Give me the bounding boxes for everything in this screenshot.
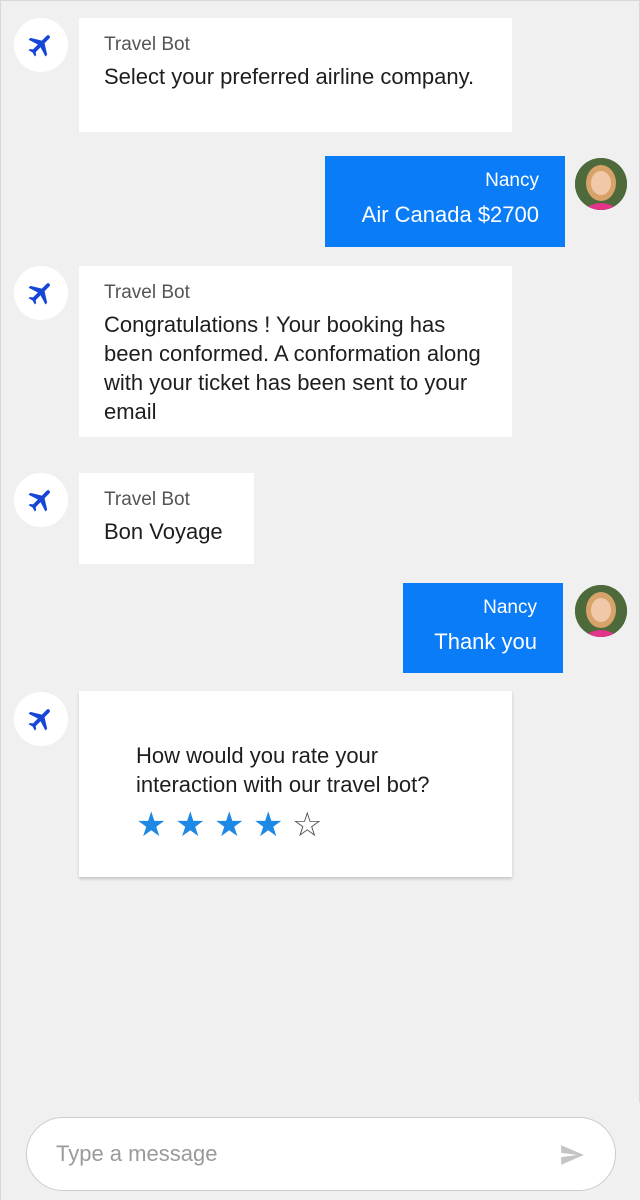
sender-name: Nancy — [485, 170, 539, 191]
message-text: Bon Voyage — [104, 519, 223, 544]
chat-thread: Travel Bot Select your preferred airline… — [1, 1, 640, 1103]
airplane-icon — [28, 283, 50, 305]
rating-question: How would you rate your interaction with… — [136, 743, 430, 797]
message-composer — [26, 1117, 616, 1191]
bot-avatar — [14, 266, 68, 320]
user-avatar — [575, 158, 627, 210]
sender-name: Travel Bot — [104, 282, 190, 303]
bot-message: Travel Bot Congratulations ! Your bookin… — [79, 266, 512, 437]
star-icon-4[interactable]: ★ — [253, 807, 290, 843]
star-icon-5[interactable]: ☆ — [292, 807, 329, 843]
sender-name: Travel Bot — [104, 34, 190, 55]
bot-message: Travel Bot Select your preferred airline… — [79, 18, 512, 132]
star-icon-1[interactable]: ★ — [136, 807, 173, 843]
composer-bar — [1, 1103, 640, 1200]
airplane-icon — [28, 35, 50, 57]
message-text: Air Canada $2700 — [361, 202, 539, 227]
sender-name: Nancy — [483, 597, 537, 618]
message-text: Thank you — [434, 629, 537, 654]
airplane-icon — [28, 709, 50, 731]
bot-avatar — [14, 473, 68, 527]
bot-message: Travel Bot Bon Voyage — [79, 473, 254, 564]
bot-avatar — [14, 18, 68, 72]
star-icon-3[interactable]: ★ — [214, 807, 251, 843]
star-rating[interactable]: ★ ★ ★ ★ ☆ — [136, 807, 472, 843]
bot-avatar — [14, 692, 68, 746]
send-button[interactable] — [555, 1140, 589, 1170]
send-icon — [561, 1145, 584, 1165]
message-input[interactable] — [56, 1118, 536, 1190]
airplane-icon — [28, 490, 50, 512]
user-message: Nancy Air Canada $2700 — [325, 156, 565, 247]
user-message: Nancy Thank you — [403, 583, 563, 673]
message-text: Congratulations ! Your booking has been … — [104, 312, 481, 424]
sender-name: Travel Bot — [104, 489, 190, 510]
rating-card: How would you rate your interaction with… — [79, 691, 512, 877]
star-icon-2[interactable]: ★ — [175, 807, 212, 843]
message-text: Select your preferred airline company. — [104, 64, 475, 89]
user-avatar — [575, 585, 627, 637]
